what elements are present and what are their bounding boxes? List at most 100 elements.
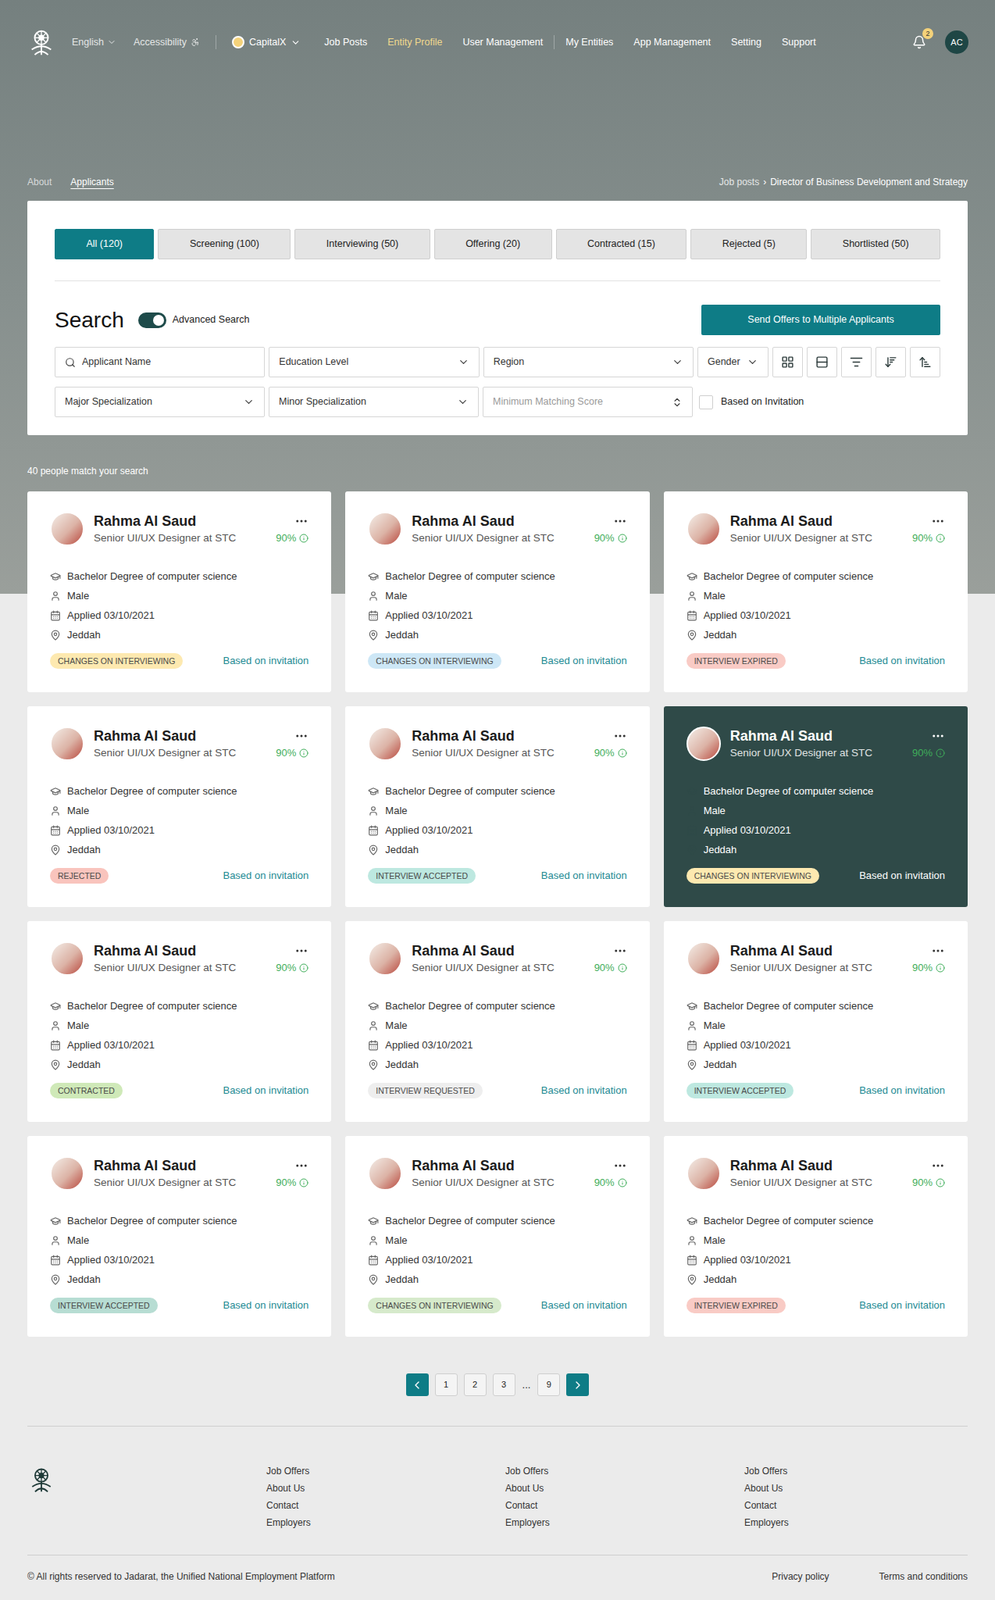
select-field[interactable]: Region [483, 346, 694, 378]
footer-link[interactable]: Contact [505, 1496, 745, 1514]
footer-link[interactable]: About Us [744, 1479, 968, 1497]
applicant-card[interactable]: Rahma Al SaudSenior UI/UX Designer at ST… [663, 1135, 968, 1337]
footer-link[interactable]: Employers [266, 1513, 506, 1531]
section-tab[interactable]: Applicants [70, 174, 114, 190]
view-option-button[interactable] [875, 346, 906, 378]
applicant-card[interactable]: Rahma Al SaudSenior UI/UX Designer at ST… [345, 920, 650, 1122]
more-options-icon[interactable] [294, 728, 309, 743]
status-tab[interactable]: All (120) [54, 228, 154, 260]
view-option-button[interactable] [772, 346, 803, 378]
notifications-button[interactable]: 2 [910, 33, 928, 51]
view-option-button[interactable] [909, 346, 941, 378]
more-options-icon[interactable] [930, 728, 946, 743]
select-field[interactable]: Education Level [268, 346, 479, 378]
status-tab[interactable]: Interviewing (50) [294, 228, 430, 260]
more-options-icon[interactable] [294, 943, 309, 958]
invitation-link[interactable]: Based on invitation [222, 1297, 309, 1313]
more-options-icon[interactable] [930, 943, 946, 958]
legal-link[interactable]: Privacy policy [771, 1569, 829, 1584]
invitation-link[interactable]: Based on invitation [222, 652, 309, 669]
footer-link[interactable]: Contact [744, 1496, 968, 1514]
page-button[interactable]: 1 [435, 1373, 458, 1396]
nav-item[interactable]: Setting [731, 35, 762, 50]
page-button[interactable]: 9 [537, 1373, 560, 1396]
advanced-search-toggle[interactable]: Advanced Search [138, 312, 250, 329]
send-offers-button[interactable]: Send Offers to Multiple Applicants [701, 304, 941, 336]
more-options-icon[interactable] [613, 513, 628, 528]
more-options-icon[interactable] [930, 513, 946, 528]
status-tab[interactable]: Screening (100) [157, 228, 291, 260]
invitation-link[interactable]: Based on invitation [859, 652, 946, 669]
entity-selector[interactable]: CapitalX [231, 35, 301, 50]
invitation-link[interactable]: Based on invitation [541, 867, 628, 884]
footer-link[interactable]: About Us [266, 1479, 506, 1497]
more-options-icon[interactable] [294, 1158, 309, 1173]
select-field[interactable]: Gender [697, 346, 769, 378]
view-option-button[interactable] [806, 346, 838, 378]
invitation-link[interactable]: Based on invitation [541, 1297, 628, 1313]
applicant-card[interactable]: Rahma Al SaudSenior UI/UX Designer at ST… [345, 1135, 650, 1337]
footer-logo-icon[interactable] [27, 1465, 56, 1494]
page-button[interactable]: 3 [492, 1373, 516, 1396]
footer-link[interactable]: Contact [266, 1496, 506, 1514]
footer-link[interactable]: About Us [505, 1479, 745, 1497]
breadcrumb-item[interactable]: Job posts [719, 174, 760, 190]
applicant-card[interactable]: Rahma Al SaudSenior UI/UX Designer at ST… [663, 706, 968, 907]
applicant-card[interactable]: Rahma Al SaudSenior UI/UX Designer at ST… [27, 491, 332, 692]
status-tab[interactable]: Rejected (5) [690, 228, 807, 260]
applicant-card[interactable]: Rahma Al SaudSenior UI/UX Designer at ST… [27, 1135, 332, 1337]
nav-item[interactable]: User Management [462, 35, 543, 50]
select-field[interactable]: Minor Specialization [268, 386, 479, 418]
previous-page-button[interactable] [406, 1373, 429, 1396]
applicant-card[interactable]: Rahma Al SaudSenior UI/UX Designer at ST… [345, 706, 650, 907]
footer-link[interactable]: Employers [505, 1513, 745, 1531]
logo-icon[interactable] [26, 27, 57, 58]
toggle-switch[interactable] [138, 312, 167, 329]
invitation-checkbox[interactable]: Based on Invitation [698, 394, 804, 410]
status-tab[interactable]: Shortlisted (50) [810, 228, 941, 260]
footer-link[interactable]: Job Offers [744, 1462, 968, 1480]
nav-item[interactable]: Job Posts [324, 35, 368, 50]
section-tab[interactable]: About [27, 174, 52, 190]
footer-link[interactable]: Job Offers [505, 1462, 745, 1480]
education-icon [49, 1215, 61, 1227]
footer-link[interactable]: Job Offers [266, 1462, 506, 1480]
more-options-icon[interactable] [613, 1158, 628, 1173]
nav-item[interactable]: My Entities [565, 35, 614, 50]
user-avatar[interactable]: AC [945, 30, 969, 54]
legal-link[interactable]: Terms and conditions [879, 1569, 968, 1584]
more-options-icon[interactable] [294, 513, 309, 528]
checkbox-box[interactable] [698, 395, 714, 410]
page-button[interactable]: 2 [463, 1373, 487, 1396]
next-page-button[interactable] [566, 1373, 589, 1396]
invitation-link[interactable]: Based on invitation [541, 652, 628, 669]
nav-item[interactable]: Entity Profile [387, 35, 443, 50]
invitation-link[interactable]: Based on invitation [859, 1297, 946, 1313]
applicant-card[interactable]: Rahma Al SaudSenior UI/UX Designer at ST… [663, 491, 968, 692]
nav-item[interactable]: App Management [633, 35, 711, 50]
applicant-name-input[interactable]: Applicant Name [54, 346, 265, 378]
invitation-link[interactable]: Based on invitation [541, 1082, 628, 1099]
matching-score-input[interactable]: Minimum Matching Score [482, 386, 693, 418]
invitation-link[interactable]: Based on invitation [859, 867, 946, 884]
applicant-card[interactable]: Rahma Al SaudSenior UI/UX Designer at ST… [345, 491, 650, 692]
applicant-card[interactable]: Rahma Al SaudSenior UI/UX Designer at ST… [663, 920, 968, 1122]
applicant-card[interactable]: Rahma Al SaudSenior UI/UX Designer at ST… [27, 706, 332, 907]
footer-link[interactable]: Employers [744, 1513, 968, 1531]
more-options-icon[interactable] [613, 728, 628, 743]
status-tab[interactable]: Offering (20) [434, 228, 553, 260]
footer: Job OffersAbout UsContactEmployersJob Of… [27, 1425, 968, 1593]
invitation-link[interactable]: Based on invitation [859, 1082, 946, 1099]
invitation-link[interactable]: Based on invitation [222, 1082, 309, 1099]
invitation-link[interactable]: Based on invitation [222, 867, 309, 884]
nav-item[interactable]: Support [781, 35, 817, 50]
view-option-button[interactable] [841, 346, 872, 378]
more-options-icon[interactable] [613, 943, 628, 958]
more-options-icon[interactable] [930, 1158, 946, 1173]
status-tab[interactable]: Contracted (15) [556, 228, 688, 260]
applicant-title: Senior UI/UX Designer at STC [730, 530, 873, 546]
applicant-card[interactable]: Rahma Al SaudSenior UI/UX Designer at ST… [27, 920, 332, 1122]
accessibility-button[interactable]: Accessibility [133, 35, 200, 50]
language-selector[interactable]: English [71, 35, 117, 50]
select-field[interactable]: Major Specialization [54, 386, 265, 418]
